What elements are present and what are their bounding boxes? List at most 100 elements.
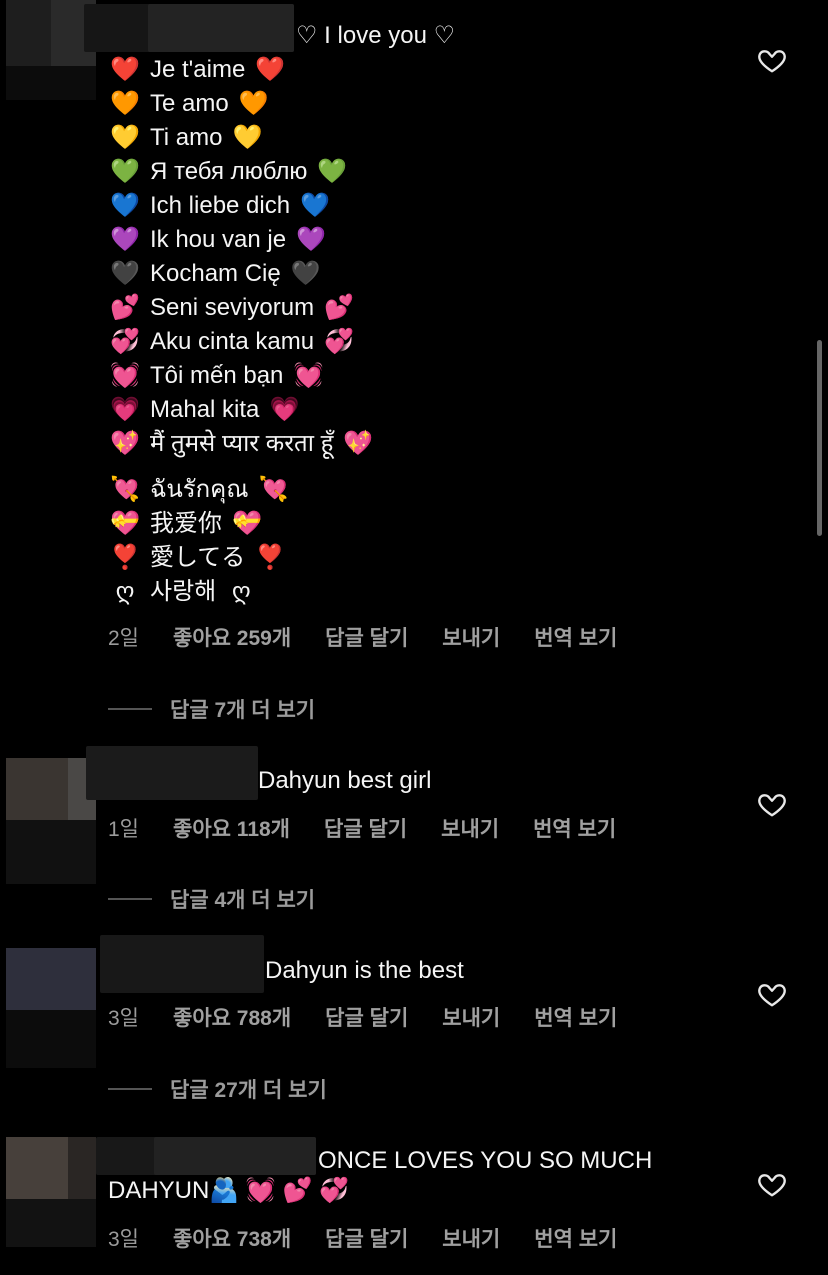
emoji-icon: ❤️ [255, 56, 286, 83]
comment-line-text: Kocham Cię [150, 260, 281, 287]
heart-outline-icon[interactable] [757, 1169, 787, 1199]
comment-line: 💗 Mahal kita 💗 [108, 393, 301, 427]
username-redacted [148, 4, 294, 52]
comment-line: 💛 Ti amo 💛 [108, 121, 264, 155]
comment-line-text: Aku cinta kamu [150, 328, 315, 355]
reply-button[interactable]: 답글 달기 [324, 813, 407, 843]
send-button[interactable]: 보내기 [441, 813, 499, 843]
translate-button[interactable]: 번역 보기 [534, 1002, 617, 1032]
reply-button[interactable]: 답글 달기 [325, 622, 408, 652]
comment-line: 💘 ฉันรักคุณ 💘 [108, 473, 291, 507]
divider [108, 708, 152, 710]
emoji-icon: 💝 [232, 510, 262, 537]
heart-outline-icon[interactable] [757, 45, 787, 75]
heart-outline-icon[interactable] [757, 789, 787, 819]
emoji-icon: 💗 [269, 396, 300, 423]
translate-button[interactable]: 번역 보기 [534, 622, 617, 652]
emoji-icon: 💝 [110, 510, 140, 537]
comment-line: 💚 Я тебя люблю 💚 [108, 155, 349, 189]
emoji-icon: 💓 [110, 362, 140, 389]
comment-line-text: मैं तुमसे प्यार करता हूँ [150, 430, 334, 457]
comment-line-text: Je t'aime [150, 56, 246, 83]
comment-line: 💕 Seni seviyorum 💕 [108, 291, 356, 325]
comment-text: ONCE LOVES YOU SO MUCH [318, 1147, 653, 1174]
comment-line: 💙 Ich liebe dich 💙 [108, 189, 332, 223]
emoji-icon: 🧡 [238, 90, 269, 117]
comment-text-line2: DAHYUN🫂 💓 💕 💞 [108, 1177, 349, 1204]
comment-line-text: 사랑해 [150, 578, 217, 605]
comment-line: 💖 मैं तुमसे प्यार करता हूँ 💖 [108, 427, 375, 461]
comment-meta: 2일 좋아요 259개 답글 달기 보내기 번역 보기 [108, 622, 651, 652]
emoji-icon: 💙 [300, 192, 331, 219]
emoji-icon: 💖 [110, 430, 140, 457]
avatar[interactable] [6, 948, 96, 1068]
view-more-replies-label: 답글 27개 더 보기 [170, 1079, 327, 1102]
comment-time: 2일 [108, 627, 139, 650]
comment-line-text: Te amo [150, 90, 229, 117]
comment-line-text: Ti amo [150, 124, 223, 151]
emoji-icon: ❤️ [110, 56, 140, 83]
translate-button[interactable]: 번역 보기 [534, 1223, 617, 1253]
comment-text: Dahyun is the best [265, 957, 464, 984]
send-button[interactable]: 보내기 [442, 622, 500, 652]
emoji-icon: 💜 [110, 226, 140, 253]
heart-outline-icon[interactable] [757, 979, 787, 1009]
comment-line: 💝 我爱你 💝 [108, 507, 264, 541]
comment-line-text: Я тебя люблю [150, 158, 308, 185]
emoji-icon: 💘 [110, 476, 140, 503]
username-redacted[interactable] [100, 935, 264, 993]
reply-button[interactable]: 답글 달기 [325, 1002, 408, 1032]
divider [108, 1088, 152, 1090]
avatar[interactable] [6, 0, 96, 100]
emoji-icon: ❣️ [255, 544, 286, 571]
comment-line: 💓 Tôi mến bạn 💓 [108, 359, 325, 393]
view-more-replies[interactable]: 답글 27개 더 보기 [108, 1074, 327, 1104]
comment-line: 🖤 Kocham Cię 🖤 [108, 257, 323, 291]
comment-time: 1일 [108, 818, 139, 841]
username-redacted[interactable] [86, 746, 258, 800]
emoji-icon: 💜 [296, 226, 327, 253]
emoji-icon: 💞 [324, 328, 355, 355]
emoji-icon: 💛 [110, 124, 140, 151]
emoji-icon: 🖤 [290, 260, 321, 287]
comment-time: 3일 [108, 1007, 139, 1030]
emoji-icon: 💖 [343, 430, 374, 457]
likes-count[interactable]: 좋아요 259개 [173, 622, 291, 652]
comment-line-text: Mahal kita [150, 396, 260, 423]
emoji-icon: 💘 [258, 476, 289, 503]
emoji-icon: 💕 [324, 294, 354, 321]
comment-meta: 3일 좋아요 788개 답글 달기 보내기 번역 보기 [108, 1002, 651, 1032]
comment-meta: 3일 좋아요 738개 답글 달기 보내기 번역 보기 [108, 1223, 651, 1253]
view-more-replies[interactable]: 답글 7개 더 보기 [108, 694, 315, 724]
likes-count[interactable]: 좋아요 118개 [173, 813, 290, 843]
comment-text: Dahyun best girl [258, 767, 432, 794]
reply-button[interactable]: 답글 달기 [325, 1223, 408, 1253]
emoji-icon: 💞 [110, 328, 140, 355]
emoji-icon: 🧡 [110, 90, 140, 117]
comment-line: 🧡 Te amo 🧡 [108, 87, 271, 121]
comment-line: ღ 사랑해 ღ [108, 575, 258, 609]
avatar[interactable] [6, 1137, 96, 1247]
emoji-icon: 💚 [110, 158, 140, 185]
likes-count[interactable]: 좋아요 738개 [173, 1223, 291, 1253]
view-more-replies[interactable]: 답글 4개 더 보기 [108, 884, 315, 914]
likes-count[interactable]: 좋아요 788개 [173, 1002, 291, 1032]
view-more-replies-label: 답글 4개 더 보기 [170, 889, 316, 912]
emoji-icon: 💚 [317, 158, 348, 185]
emoji-icon: 🖤 [110, 260, 140, 287]
comment-line-text: 我爱你 [150, 510, 222, 537]
view-more-replies-label: 답글 7개 더 보기 [170, 699, 316, 722]
comment-line-text: Ik hou van je [150, 226, 287, 253]
avatar[interactable] [6, 758, 96, 884]
emoji-icon: ❣️ [110, 544, 140, 571]
translate-button[interactable]: 번역 보기 [533, 813, 616, 843]
scrollbar[interactable] [817, 340, 822, 536]
emoji-icon: ღ [231, 578, 251, 605]
comment-line-text: Ich liebe dich [150, 192, 291, 219]
comment-line-text: 愛してる [150, 544, 246, 571]
send-button[interactable]: 보내기 [442, 1002, 500, 1032]
username-redacted [154, 1137, 316, 1175]
comment-line: ❣️ 愛してる ❣️ [108, 541, 287, 575]
send-button[interactable]: 보내기 [442, 1223, 500, 1253]
emoji-icon: 💛 [232, 124, 263, 151]
